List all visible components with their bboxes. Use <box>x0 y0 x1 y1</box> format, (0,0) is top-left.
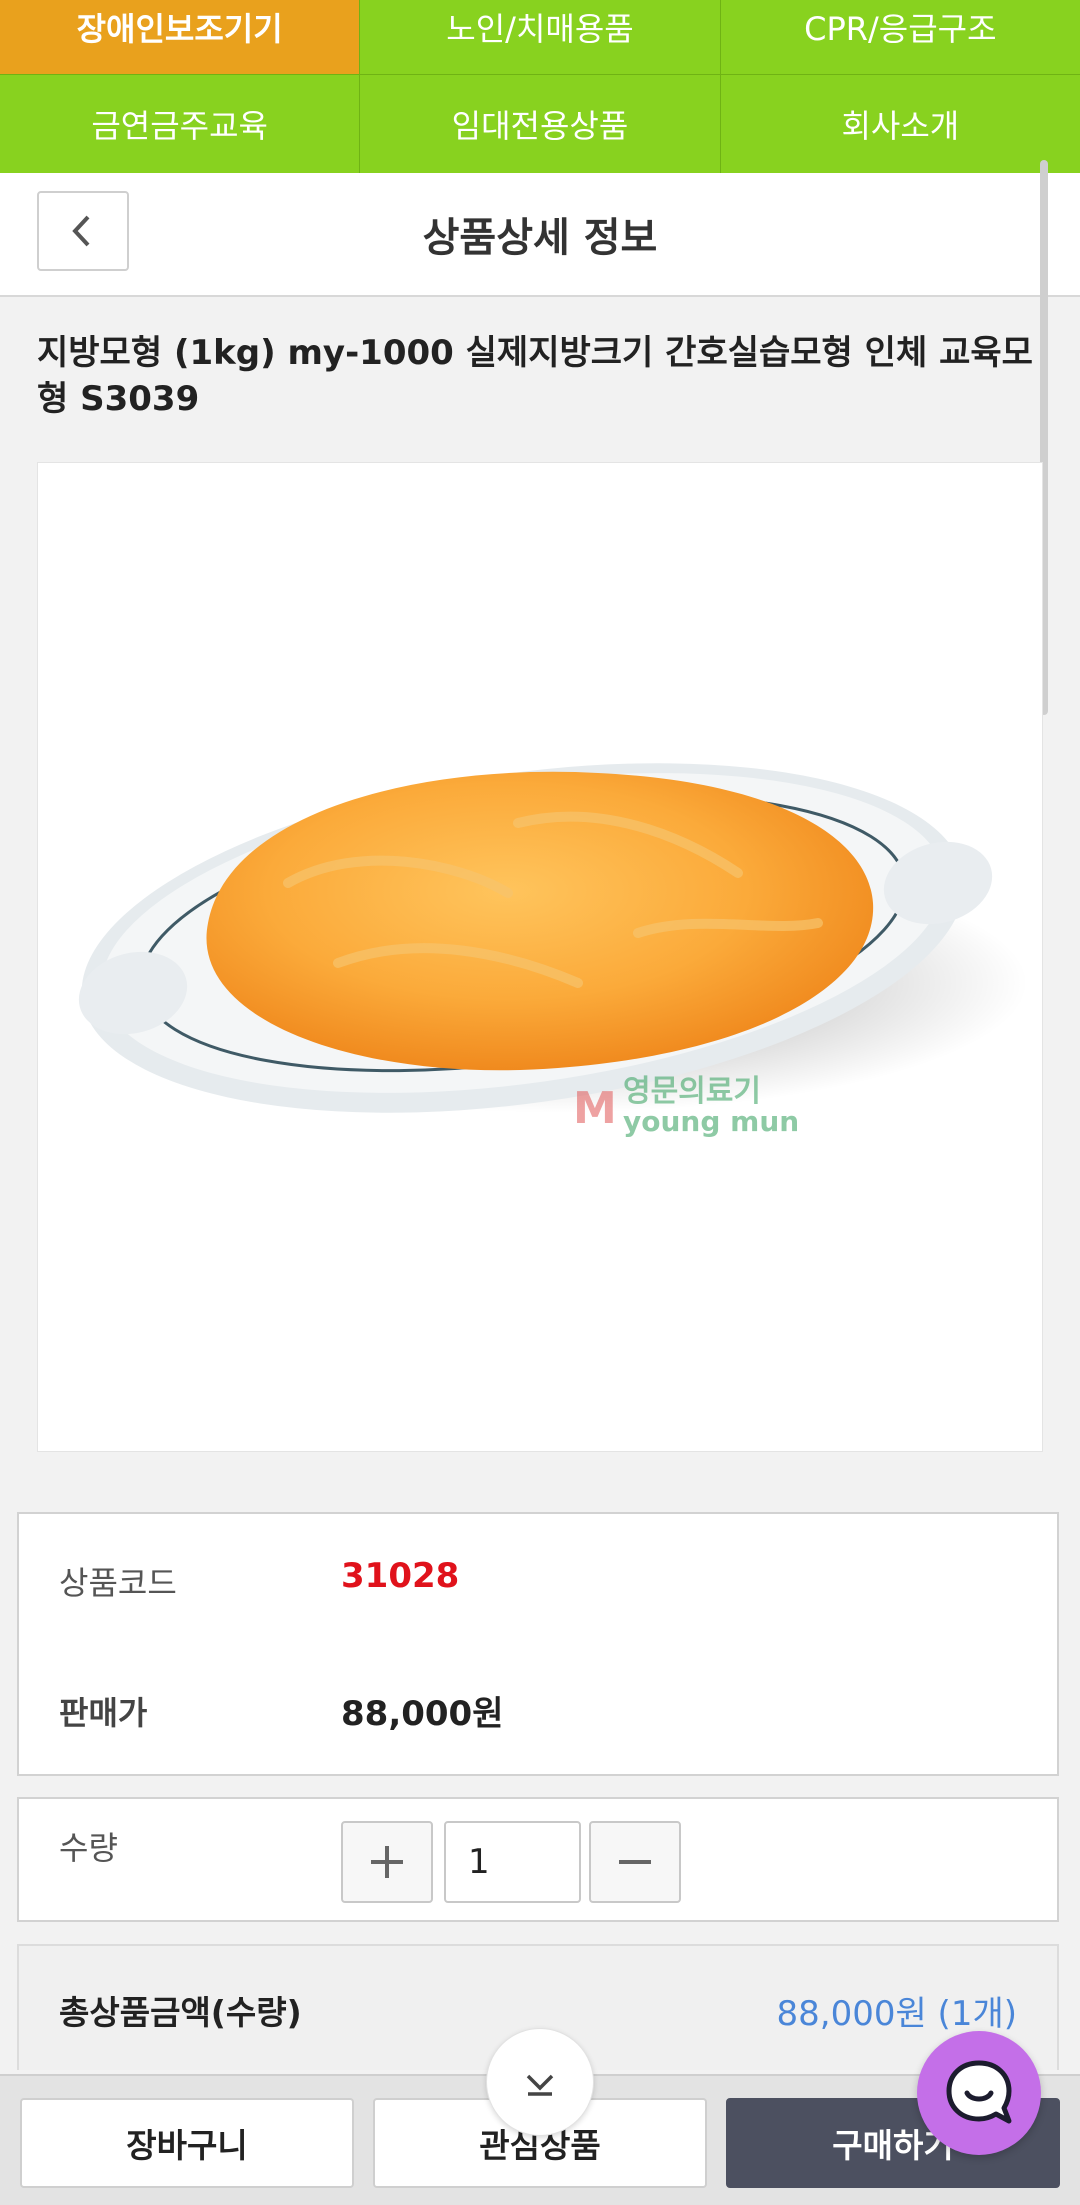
product-code-value: 31028 <box>341 1556 460 1596</box>
fat-model-image: M 영문의료기 young mun <box>78 763 1028 1138</box>
quantity-input[interactable]: 1 <box>444 1821 581 1903</box>
chevron-down-icon <box>526 2074 554 2096</box>
minus-icon <box>619 1860 651 1864</box>
quantity-increase-button[interactable] <box>341 1821 433 1903</box>
page-header: 상품상세 정보 <box>0 173 1080 297</box>
quantity-label: 수량 <box>59 1829 118 1867</box>
product-code-label: 상품코드 <box>59 1564 177 1602</box>
cart-button[interactable]: 장바구니 <box>20 2098 354 2188</box>
category-row-2: 금연금주교육 임대전용상품 회사소개 <box>0 74 1080 173</box>
watermark-text-en: young mun <box>623 1105 799 1138</box>
product-info-box: 상품코드 31028 판매가 88,000원 <box>17 1512 1059 1776</box>
chat-icon <box>946 2060 1012 2124</box>
page-title: 상품상세 정보 <box>422 215 658 261</box>
category-elderly-dementia[interactable]: 노인/치매용품 <box>360 0 721 74</box>
price-value: 88,000원 <box>341 1694 504 1734</box>
category-company-info[interactable]: 회사소개 <box>721 75 1080 173</box>
total-value: 88,000원 (1개) <box>776 1994 1018 2034</box>
quantity-decrease-button[interactable] <box>589 1821 681 1903</box>
quantity-box: 수량 1 <box>17 1797 1059 1922</box>
plus-icon <box>371 1846 403 1878</box>
total-label: 총상품금액(수량) <box>59 1993 302 2032</box>
product-title: 지방모형 (1kg) my-1000 실제지방크기 간호실습모형 인체 교육모형… <box>37 333 1033 419</box>
category-nav: 장애인보조기기 노인/치매용품 CPR/응급구조 금연금주교육 임대전용상품 회… <box>0 0 1080 173</box>
watermark-logo: M <box>573 1083 617 1134</box>
category-rental-only[interactable]: 임대전용상품 <box>360 75 721 173</box>
category-cpr-emergency[interactable]: CPR/응급구조 <box>721 0 1080 74</box>
chat-button[interactable] <box>917 2031 1041 2155</box>
category-assistive-devices[interactable]: 장애인보조기기 <box>0 0 361 74</box>
category-quit-smoking-drinking[interactable]: 금연금주교육 <box>0 75 361 173</box>
product-image[interactable]: M 영문의료기 young mun <box>37 462 1043 1452</box>
watermark-text-ko: 영문의료기 <box>623 1074 761 1109</box>
price-label: 판매가 <box>59 1694 148 1732</box>
category-row-1: 장애인보조기기 노인/치매용품 CPR/응급구조 <box>0 0 1080 74</box>
collapse-button[interactable] <box>486 2028 594 2136</box>
